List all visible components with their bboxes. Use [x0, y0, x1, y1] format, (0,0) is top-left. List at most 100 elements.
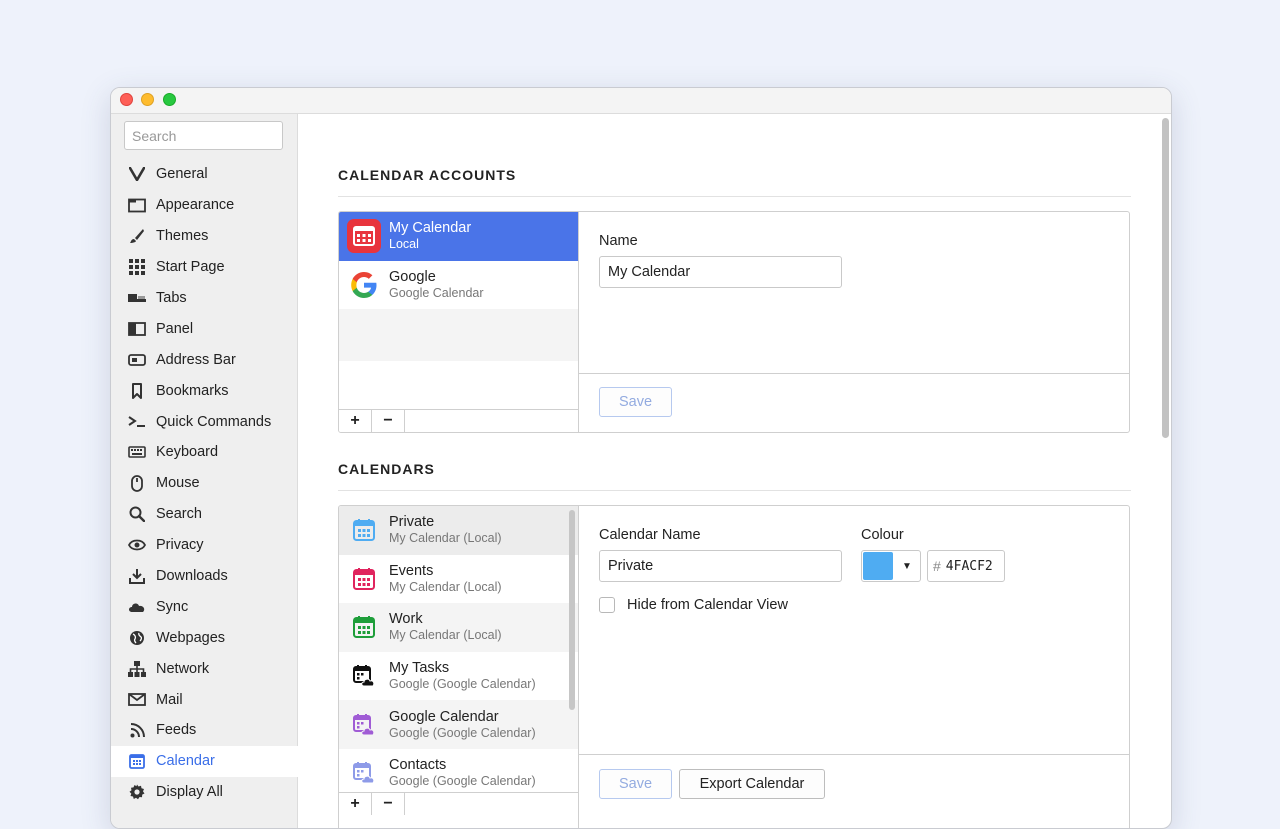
- account-name: Google: [389, 268, 436, 285]
- hide-from-calendar-view-checkbox[interactable]: [599, 597, 615, 613]
- folder-window-icon: [128, 196, 146, 214]
- sidebar-item-themes[interactable]: Themes: [111, 221, 297, 252]
- download-icon: [128, 567, 146, 585]
- sidebar-item-start-page[interactable]: Start Page: [111, 252, 297, 283]
- calendar-name: Contacts: [389, 757, 447, 774]
- sidebar-item-label: Search: [156, 506, 202, 523]
- sidebar-item-label: Calendar: [156, 753, 215, 770]
- sidebar-item-label: Feeds: [156, 722, 197, 739]
- sidebar-item-calendar[interactable]: Calendar: [111, 745, 298, 777]
- calendar-name: Google Calendar: [389, 708, 499, 725]
- zoom-window-button[interactable]: [163, 93, 176, 106]
- title-bar: [111, 88, 1171, 114]
- colour-label: Colour: [861, 527, 904, 543]
- sidebar-item-label: Display All: [156, 784, 223, 801]
- sidebar-item-downloads[interactable]: Downloads: [111, 561, 297, 592]
- cloud-icon: [128, 598, 146, 616]
- sidebar-item-label: Webpages: [156, 629, 226, 646]
- sidebar-item-general[interactable]: General: [111, 159, 297, 190]
- minimize-window-button[interactable]: [141, 93, 154, 106]
- calendar-name: My Tasks: [389, 660, 450, 677]
- account-type: Local: [389, 237, 419, 252]
- colour-picker[interactable]: ▼: [861, 550, 921, 582]
- sidebar-item-webpages[interactable]: Webpages: [111, 622, 297, 653]
- gear-icon: [128, 783, 146, 801]
- hash-symbol: #: [933, 558, 941, 574]
- sidebar-item-network[interactable]: Network: [111, 653, 297, 684]
- mail-icon: [128, 691, 146, 709]
- list-item-empty: [339, 309, 578, 362]
- calendars-list-scrollbar[interactable]: [569, 510, 575, 710]
- cloud-calendar-icon: [347, 756, 381, 790]
- sidebar-item-search[interactable]: Search: [111, 499, 297, 530]
- calendars-panel: Private My Calendar (Local) Events My Ca…: [338, 505, 1130, 828]
- calendar-icon: [347, 610, 381, 644]
- sidebar-item-label: Tabs: [156, 290, 187, 306]
- sidebar-item-mail[interactable]: Mail: [111, 684, 297, 715]
- sidebar-item-appearance[interactable]: Appearance: [111, 190, 297, 221]
- local-calendar-icon: [347, 219, 381, 254]
- calendar-icon: [347, 513, 381, 547]
- export-calendar-button[interactable]: Export Calendar: [679, 769, 825, 799]
- sidebar-item-label: Quick Commands: [156, 413, 272, 430]
- calendar-item-events[interactable]: Events My Calendar (Local): [339, 555, 578, 604]
- quick-commands-icon: [128, 413, 146, 431]
- sidebar-item-tabs[interactable]: Tabs: [111, 283, 297, 314]
- calendar-icon: [347, 562, 381, 596]
- panel-divider: [579, 373, 1129, 374]
- sidebar-item-label: Address Bar: [156, 351, 236, 368]
- sidebar-item-feeds[interactable]: Feeds: [111, 715, 297, 746]
- calendar-name-input[interactable]: Private: [599, 550, 842, 582]
- sidebar-item-address-bar[interactable]: Address Bar: [111, 344, 297, 375]
- sidebar-item-quick-commands[interactable]: Quick Commands: [111, 406, 297, 437]
- calendar-name: Events: [389, 562, 434, 579]
- sidebar-item-keyboard[interactable]: Keyboard: [111, 437, 297, 468]
- calendar-item-my-tasks[interactable]: My Tasks Google (Google Calendar): [339, 652, 578, 701]
- calendar-item-work[interactable]: Work My Calendar (Local): [339, 603, 578, 652]
- rss-icon: [128, 721, 146, 739]
- sidebar-item-label: Privacy: [156, 537, 204, 554]
- sidebar-item-label: Appearance: [156, 197, 235, 214]
- sidebar-item-privacy[interactable]: Privacy: [111, 530, 297, 561]
- calendar-item-google-calendar[interactable]: Google Calendar Google (Google Calendar): [339, 700, 578, 749]
- add-account-button[interactable]: +: [339, 410, 372, 432]
- calendar-source: Google (Google Calendar): [389, 677, 536, 692]
- network-icon: [128, 660, 146, 678]
- sidebar-item-label: Downloads: [156, 568, 228, 585]
- eye-icon: [128, 536, 146, 554]
- remove-account-button[interactable]: −: [372, 410, 405, 432]
- vivaldi-v-icon: [128, 165, 146, 183]
- sidebar-item-label: Sync: [156, 598, 189, 615]
- save-account-button[interactable]: Save: [599, 387, 672, 417]
- tabs-icon: [128, 289, 146, 307]
- section-divider: [338, 490, 1131, 491]
- sidebar-item-bookmarks[interactable]: Bookmarks: [111, 375, 297, 406]
- sidebar-item-mouse[interactable]: Mouse: [111, 468, 297, 499]
- sidebar-item-label: Panel: [156, 320, 194, 337]
- sidebar-item-panel[interactable]: Panel: [111, 313, 297, 344]
- colour-hex-input[interactable]: # 4FACF2: [927, 550, 1005, 582]
- close-window-button[interactable]: [120, 93, 133, 106]
- chevron-down-icon[interactable]: ▼: [894, 551, 920, 581]
- save-calendar-button[interactable]: Save: [599, 769, 672, 799]
- calendars-heading: CALENDARS: [338, 461, 435, 477]
- calendar-icon: [128, 752, 146, 770]
- mouse-icon: [128, 474, 146, 492]
- settings-search-input[interactable]: Search: [124, 121, 283, 150]
- calendar-source: My Calendar (Local): [389, 579, 502, 594]
- content-scrollbar[interactable]: [1162, 118, 1169, 438]
- calendar-name-label: Calendar Name: [599, 527, 701, 543]
- account-item-my-calendar[interactable]: My Calendar Local: [339, 212, 578, 261]
- sidebar-item-display-all[interactable]: Display All: [111, 777, 297, 808]
- bookmark-icon: [128, 382, 146, 400]
- panel-divider: [579, 754, 1129, 755]
- colour-swatch[interactable]: [863, 552, 893, 580]
- calendar-item-private[interactable]: Private My Calendar (Local): [339, 506, 578, 555]
- account-item-google[interactable]: Google Google Calendar: [339, 261, 578, 310]
- sidebar-item-sync[interactable]: Sync: [111, 591, 297, 622]
- account-name-input[interactable]: My Calendar: [599, 256, 842, 288]
- colour-hex-value: 4FACF2: [945, 558, 993, 574]
- account-name: My Calendar: [389, 220, 472, 237]
- calendars-list: Private My Calendar (Local) Events My Ca…: [339, 506, 579, 828]
- calendar-item-contacts[interactable]: Contacts Google (Google Calendar): [339, 749, 578, 798]
